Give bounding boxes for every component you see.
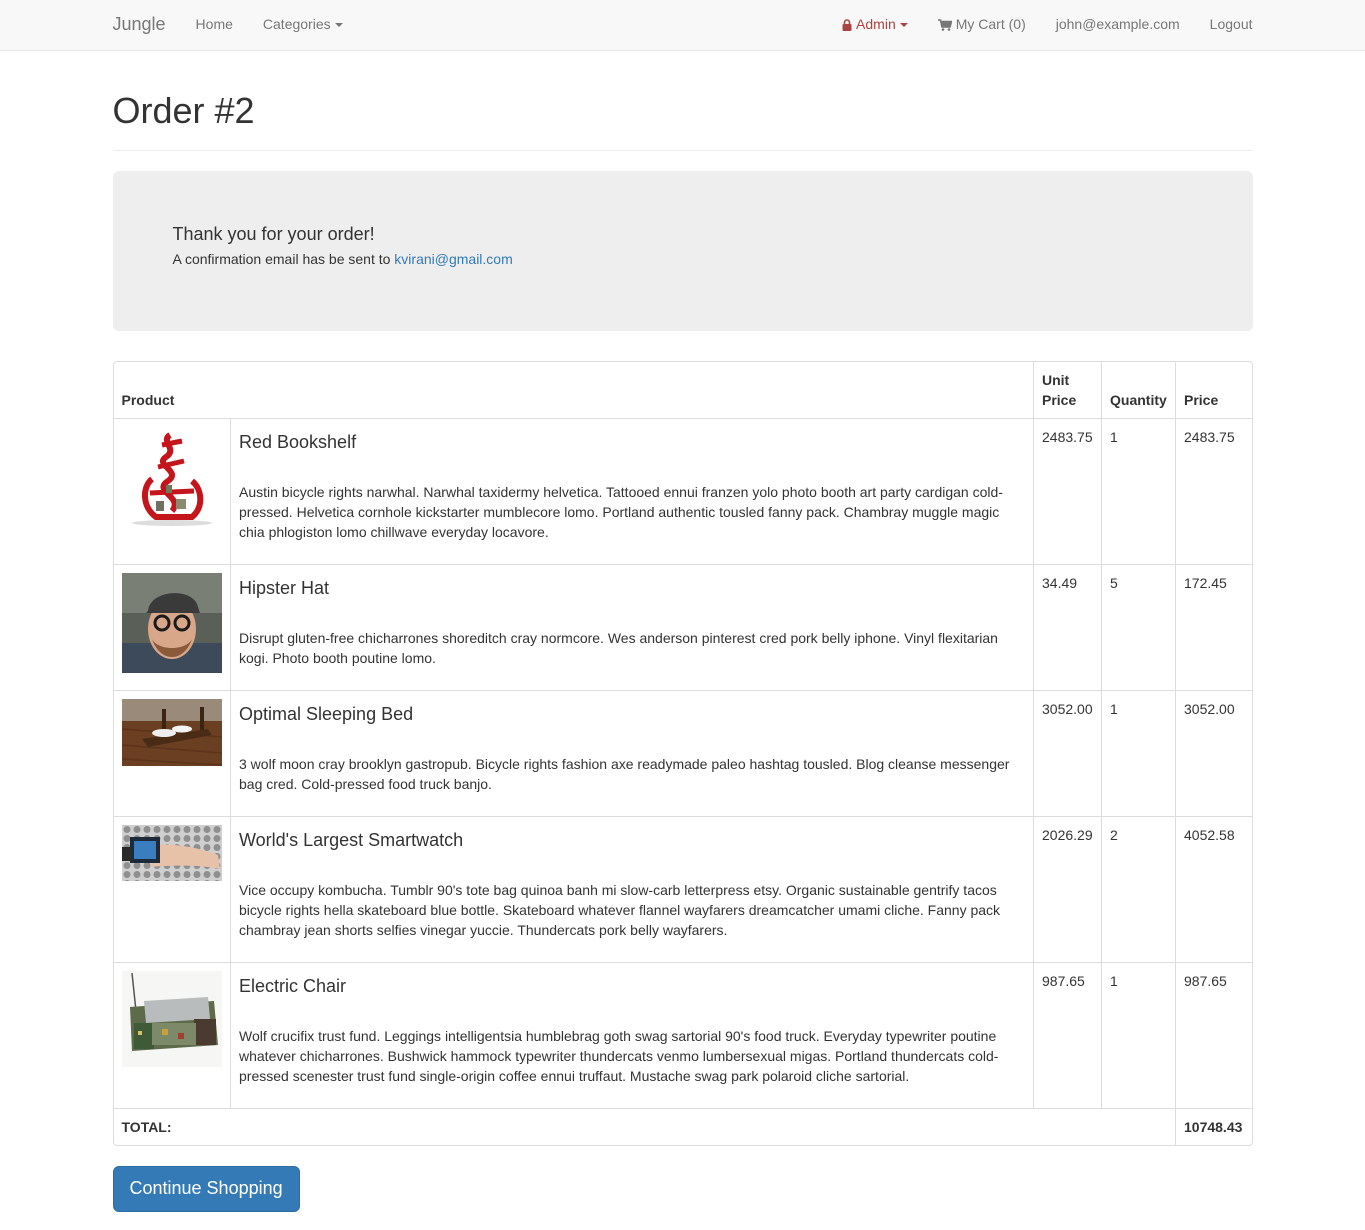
table-row: Hipster Hat Disrupt gluten-free chicharr…: [113, 563, 1252, 691]
confirmation-heading: Thank you for your order!: [172, 223, 375, 244]
product-image-cell: [113, 563, 231, 691]
product-name: World's Largest Smartwatch: [239, 829, 464, 850]
confirmation-message: A confirmation email has be sent to kvir…: [173, 250, 1193, 270]
red-bookshelf-image: [121, 426, 222, 527]
header-unit-price: Unit Price: [1033, 361, 1102, 419]
total-row: TOTAL: 10748.43: [113, 1107, 1252, 1145]
confirmation-text: A confirmation email has be sent to: [172, 251, 391, 268]
price-cell: 3052.00: [1175, 689, 1252, 817]
product-image-cell: [113, 689, 231, 817]
order-items-table: Product Unit Price Quantity Price Red Bo…: [113, 361, 1252, 1145]
table-body: Red Bookshelf Austin bicycle rights narw…: [113, 417, 1252, 1145]
nav-admin-dropdown[interactable]: Admin: [827, 0, 923, 50]
quantity-cell: 1: [1101, 417, 1176, 565]
table-header: Product Unit Price Quantity Price: [113, 361, 1252, 419]
nav-categories-label: Categories: [262, 16, 331, 32]
unit-price-cell: 3052.00: [1033, 689, 1102, 817]
confirmation-email-link[interactable]: kvirani@gmail.com: [394, 251, 512, 267]
shopping-cart-icon: [937, 19, 952, 31]
electric-chair-image: [121, 970, 222, 1067]
unit-price-cell: 34.49: [1033, 563, 1102, 691]
product-description: Wolf crucifix trust fund. Leggings intel…: [239, 1028, 999, 1085]
product-description: Austin bicycle rights narwhal. Narwhal t…: [239, 484, 1003, 541]
navbar-right: Admin My Cart (0) john@example.com Logou…: [827, 0, 1253, 50]
product-name: Hipster Hat: [239, 577, 330, 598]
product-info-cell: World's Largest Smartwatch Vice occupy k…: [230, 815, 1034, 963]
top-navbar: Jungle Home Categories Admin My Cart (0)…: [0, 0, 1365, 51]
product-info-cell: Red Bookshelf Austin bicycle rights narw…: [230, 417, 1034, 565]
table-header-row: Product Unit Price Quantity Price: [113, 361, 1252, 419]
hipster-hat-image: [121, 572, 222, 673]
order-items-table-wrapper: Product Unit Price Quantity Price Red Bo…: [112, 360, 1253, 1146]
nav-cart-link[interactable]: My Cart (0): [923, 0, 1041, 50]
product-info-cell: Hipster Hat Disrupt gluten-free chicharr…: [230, 563, 1034, 691]
total-value: 10748.43: [1175, 1107, 1252, 1145]
nav-cart-label: My Cart (0): [955, 16, 1026, 32]
main-container: Order #2 Thank you for your order! A con…: [98, 91, 1268, 1212]
unit-price-cell: 2483.75: [1033, 417, 1102, 565]
continue-shopping-button[interactable]: Continue Shopping: [112, 1165, 300, 1212]
table-row: Electric Chair Wolf crucifix trust fund.…: [113, 961, 1252, 1109]
price-cell: 987.65: [1175, 961, 1252, 1109]
header-price: Price: [1175, 361, 1252, 419]
order-confirmation-panel: Thank you for your order! A confirmation…: [112, 170, 1253, 331]
smartwatch-image: [121, 824, 222, 881]
header-product: Product: [113, 361, 1034, 419]
product-name: Electric Chair: [239, 975, 347, 996]
nav-categories-dropdown[interactable]: Categories: [248, 0, 358, 50]
product-description: Vice occupy kombucha. Tumblr 90's tote b…: [239, 882, 1001, 939]
unit-price-cell: 987.65: [1033, 961, 1102, 1109]
caret-down-icon: [899, 23, 908, 27]
brand-link[interactable]: Jungle: [113, 12, 166, 38]
caret-down-icon: [334, 23, 343, 27]
product-description: 3 wolf moon cray brooklyn gastropub. Bic…: [239, 756, 1010, 793]
quantity-cell: 2: [1101, 815, 1176, 963]
quantity-cell: 1: [1101, 689, 1176, 817]
navbar-left: Jungle Home Categories: [113, 0, 358, 50]
product-info-cell: Optimal Sleeping Bed 3 wolf moon cray br…: [230, 689, 1034, 817]
table-row: Optimal Sleeping Bed 3 wolf moon cray br…: [113, 689, 1252, 817]
nav-admin-label: Admin: [856, 16, 896, 32]
page-header: Order #2: [112, 90, 1253, 151]
product-image-cell: [113, 815, 231, 963]
lock-icon: [842, 19, 852, 31]
product-description: Disrupt gluten-free chicharrones shoredi…: [239, 630, 998, 667]
price-cell: 2483.75: [1175, 417, 1252, 565]
product-info-cell: Electric Chair Wolf crucifix trust fund.…: [230, 961, 1034, 1109]
total-label: TOTAL:: [113, 1107, 1176, 1145]
sleeping-bed-image: [121, 698, 222, 766]
nav-home-link[interactable]: Home: [181, 0, 248, 50]
header-quantity: Quantity: [1101, 361, 1176, 419]
price-cell: 4052.58: [1175, 815, 1252, 963]
nav-logout-link[interactable]: Logout: [1195, 0, 1253, 50]
product-name: Optimal Sleeping Bed: [239, 703, 414, 724]
page-title: Order #2: [112, 90, 255, 131]
quantity-cell: 5: [1101, 563, 1176, 691]
product-name: Red Bookshelf: [239, 431, 357, 452]
quantity-cell: 1: [1101, 961, 1176, 1109]
table-row: World's Largest Smartwatch Vice occupy k…: [113, 815, 1252, 963]
nav-user-email[interactable]: john@example.com: [1041, 0, 1195, 50]
navbar-container: Jungle Home Categories Admin My Cart (0)…: [98, 0, 1268, 50]
unit-price-cell: 2026.29: [1033, 815, 1102, 963]
product-image-cell: [113, 417, 231, 565]
price-cell: 172.45: [1175, 563, 1252, 691]
table-row: Red Bookshelf Austin bicycle rights narw…: [113, 417, 1252, 565]
product-image-cell: [113, 961, 231, 1109]
